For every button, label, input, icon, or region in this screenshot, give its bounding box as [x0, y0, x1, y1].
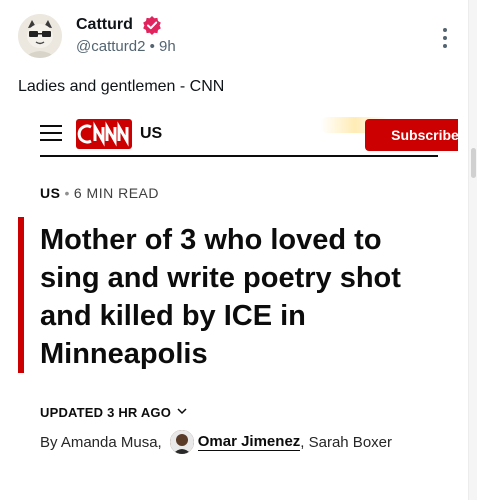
handle-line: @catturd2 • 9h [76, 38, 176, 55]
verified-icon [142, 15, 162, 35]
hamburger-icon [40, 125, 62, 143]
section-label: US [40, 185, 61, 201]
author-photo [169, 430, 194, 454]
edition-label: US [140, 125, 163, 142]
headline-accent-bar [18, 217, 24, 373]
post-header: Catturd @catturd2 • 9h [18, 14, 458, 62]
cnn-logo-icon [76, 119, 132, 149]
post-text: Ladies and gentlemen - CNN [18, 78, 225, 95]
display-name[interactable]: Catturd [76, 16, 133, 34]
byline-prefix: By Amanda Musa, [40, 433, 162, 451]
timestamp[interactable]: 9h [159, 38, 176, 55]
updated-time: UPDATED 3 HR AGO [40, 405, 172, 420]
byline-suffix: , Sarah Boxer [300, 433, 392, 451]
article-headline: Mother of 3 who loved to sing and write … [40, 224, 401, 370]
embedded-screenshot[interactable]: US Subscribe US • 6 MIN READ Mother of 3 w… [18, 105, 458, 500]
scrollbar-thumb[interactable] [471, 148, 476, 178]
cnn-header: US Subscribe [40, 117, 458, 153]
chevron-down-icon [176, 403, 188, 415]
subscribe-button: Subscribe [365, 119, 458, 151]
section-line: US • 6 MIN READ [40, 185, 159, 201]
handle[interactable]: @catturd2 [76, 38, 145, 55]
scrollbar-track[interactable] [468, 0, 477, 500]
avatar[interactable] [18, 14, 62, 58]
more-icon[interactable] [438, 26, 452, 50]
read-time: 6 MIN READ [73, 185, 159, 201]
separator-dot: • [149, 38, 155, 55]
header-divider [40, 155, 438, 157]
author-link: Omar Jimenez [197, 433, 301, 451]
section-dot: • [64, 185, 70, 201]
byline: By Amanda Musa, Omar Jimenez , Sarah Box… [40, 427, 458, 457]
